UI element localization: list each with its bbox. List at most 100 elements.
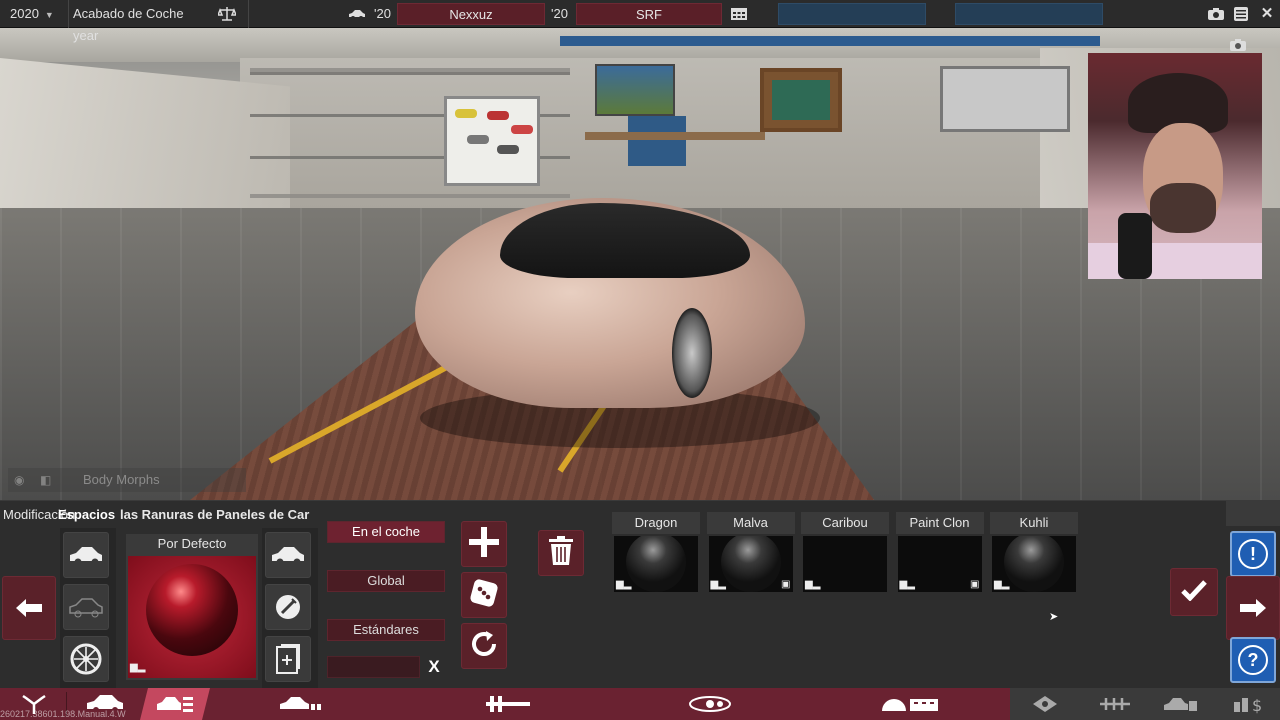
menu-icon[interactable] bbox=[1231, 3, 1251, 25]
delete-preset-button[interactable] bbox=[538, 530, 584, 576]
trim-name-field[interactable]: SRF bbox=[576, 3, 722, 25]
landscape-poster bbox=[595, 64, 675, 116]
close-icon[interactable]: ✕ bbox=[1258, 3, 1276, 25]
preset-card[interactable]: Malva ▆▂ ▣ bbox=[706, 512, 795, 592]
build-version: 260217.38601.198.Manual.4.W bbox=[0, 709, 126, 719]
body-morphs-toggle[interactable]: ◉ ◧ Body Morphs bbox=[8, 468, 246, 492]
randomize-button[interactable] bbox=[461, 572, 507, 618]
preset-thumbnail: ▆▂ ▣ bbox=[897, 536, 982, 592]
nav-lights-icon[interactable] bbox=[670, 688, 750, 720]
microphone bbox=[1118, 213, 1152, 279]
nav-interior-icon[interactable] bbox=[250, 688, 350, 720]
preset-card[interactable]: Paint Clon ▆▂ ▣ bbox=[895, 512, 984, 592]
panel-title: las Ranuras de Paneles de Car bbox=[120, 507, 310, 522]
blue-cabinet bbox=[628, 116, 686, 166]
compare-slot-1[interactable] bbox=[778, 3, 926, 25]
sketch-car-yellow bbox=[455, 109, 477, 118]
panel-header: Modificación Espacios las Ranuras de Pan… bbox=[0, 504, 320, 526]
plus-icon bbox=[467, 525, 501, 564]
option-on-car[interactable]: En el coche bbox=[327, 521, 445, 543]
option-standard[interactable]: Estándares bbox=[327, 619, 445, 641]
car-interior-button[interactable] bbox=[63, 584, 109, 630]
preset-sphere bbox=[720, 536, 781, 592]
whiteboard bbox=[940, 66, 1070, 132]
previous-arrow-button[interactable] bbox=[2, 576, 56, 640]
nav-cost-icon[interactable]: $ bbox=[1225, 688, 1275, 720]
clear-input-button[interactable]: X bbox=[426, 656, 442, 678]
help-icon: ? bbox=[1238, 645, 1268, 675]
trash-icon bbox=[548, 535, 574, 571]
nav-drivetrain-icon[interactable] bbox=[1020, 688, 1070, 720]
nav-engine-icon[interactable] bbox=[870, 688, 950, 720]
camera-icon[interactable] bbox=[1206, 3, 1226, 25]
model-name-field[interactable]: Nexxuz bbox=[397, 3, 545, 25]
paint-name: Por Defecto bbox=[157, 536, 227, 551]
frame-picture bbox=[772, 80, 830, 120]
paint-swatch: ▆▂ bbox=[128, 556, 256, 678]
preset-sphere bbox=[1004, 536, 1064, 592]
preset-card[interactable]: Caribou ▆▂ bbox=[801, 512, 889, 592]
nav-suspension-icon[interactable] bbox=[1090, 688, 1140, 720]
preset-sphere bbox=[626, 536, 686, 592]
car-small-icon: ▆▂ bbox=[899, 579, 915, 590]
paint-material-card[interactable]: Por Defecto ▆▂ bbox=[126, 534, 258, 680]
checkmark-icon bbox=[1181, 577, 1207, 608]
divider bbox=[248, 0, 249, 28]
current-section-label: Espacios bbox=[58, 507, 116, 522]
eye-icon: ◉ bbox=[14, 473, 25, 487]
compare-slot-2[interactable] bbox=[955, 3, 1103, 25]
wheel-button[interactable] bbox=[63, 636, 109, 682]
nav-paint-icon[interactable] bbox=[140, 688, 210, 720]
preset-name-input[interactable] bbox=[327, 656, 420, 678]
save-icon[interactable]: ▣ bbox=[781, 579, 790, 590]
apply-to-car-button[interactable] bbox=[265, 532, 311, 578]
paint-brush-button[interactable] bbox=[265, 584, 311, 630]
car-small-icon: ▆▂ bbox=[710, 579, 726, 590]
car-sketch-board bbox=[444, 96, 540, 186]
alert-button[interactable]: ! bbox=[1230, 531, 1276, 577]
add-document-button[interactable] bbox=[265, 636, 311, 682]
calendar-icon[interactable] bbox=[728, 3, 750, 25]
top-bar: 2020 ▼ Acabado de Coche year '20 Nexxuz '… bbox=[0, 0, 1280, 43]
wall-frame bbox=[760, 68, 842, 132]
dice-icon bbox=[468, 577, 500, 614]
webcam-overlay bbox=[1088, 53, 1262, 279]
alert-icon: ! bbox=[1238, 539, 1268, 569]
preset-name: Caribou bbox=[801, 512, 889, 534]
paint-sphere-preview bbox=[146, 564, 238, 656]
option-global[interactable]: Global bbox=[327, 570, 445, 592]
split-icon: ◧ bbox=[40, 473, 52, 487]
car-small-icon: ▆▂ bbox=[805, 579, 821, 590]
add-preset-button[interactable] bbox=[461, 521, 507, 567]
car-icon bbox=[348, 3, 370, 25]
beard bbox=[1150, 183, 1216, 233]
preset-thumbnail: ▆▂ bbox=[992, 536, 1076, 592]
trim-year: '20 bbox=[551, 6, 568, 21]
next-arrow-button[interactable] bbox=[1226, 576, 1280, 640]
mouse-cursor: ➤ bbox=[1049, 611, 1059, 623]
nav-chassis-icon[interactable] bbox=[460, 688, 556, 720]
car-small-icon: ▆▂ bbox=[994, 579, 1010, 590]
preset-name: Kuhli bbox=[990, 512, 1078, 534]
car-small-icon: ▆▂ bbox=[130, 662, 146, 673]
preset-thumbnail: ▆▂ bbox=[614, 536, 698, 592]
balance-icon[interactable] bbox=[210, 3, 244, 25]
year-selector[interactable]: 2020 ▼ bbox=[10, 3, 68, 25]
shirt bbox=[1088, 243, 1262, 279]
screenshot-camera-icon[interactable] bbox=[1230, 38, 1248, 52]
save-icon[interactable]: ▣ bbox=[970, 579, 979, 590]
car-exterior-button[interactable] bbox=[63, 532, 109, 578]
ceiling-stripe bbox=[560, 36, 1100, 46]
help-button[interactable]: ? bbox=[1230, 637, 1276, 683]
sketch-car-red-2 bbox=[511, 125, 533, 134]
model-year: '20 bbox=[374, 6, 391, 21]
preset-card[interactable]: Dragon ▆▂ bbox=[612, 512, 700, 592]
confirm-button[interactable] bbox=[1170, 568, 1218, 616]
preset-card[interactable]: Kuhli ▆▂ bbox=[990, 512, 1078, 592]
reset-button[interactable] bbox=[461, 623, 507, 669]
workbench bbox=[585, 132, 765, 140]
screen-title: Acabado de Coche year bbox=[73, 6, 184, 43]
preset-thumbnail: ▆▂ ▣ bbox=[708, 536, 793, 592]
nav-test-icon[interactable] bbox=[1155, 688, 1205, 720]
sketch-car-dark bbox=[497, 145, 519, 154]
